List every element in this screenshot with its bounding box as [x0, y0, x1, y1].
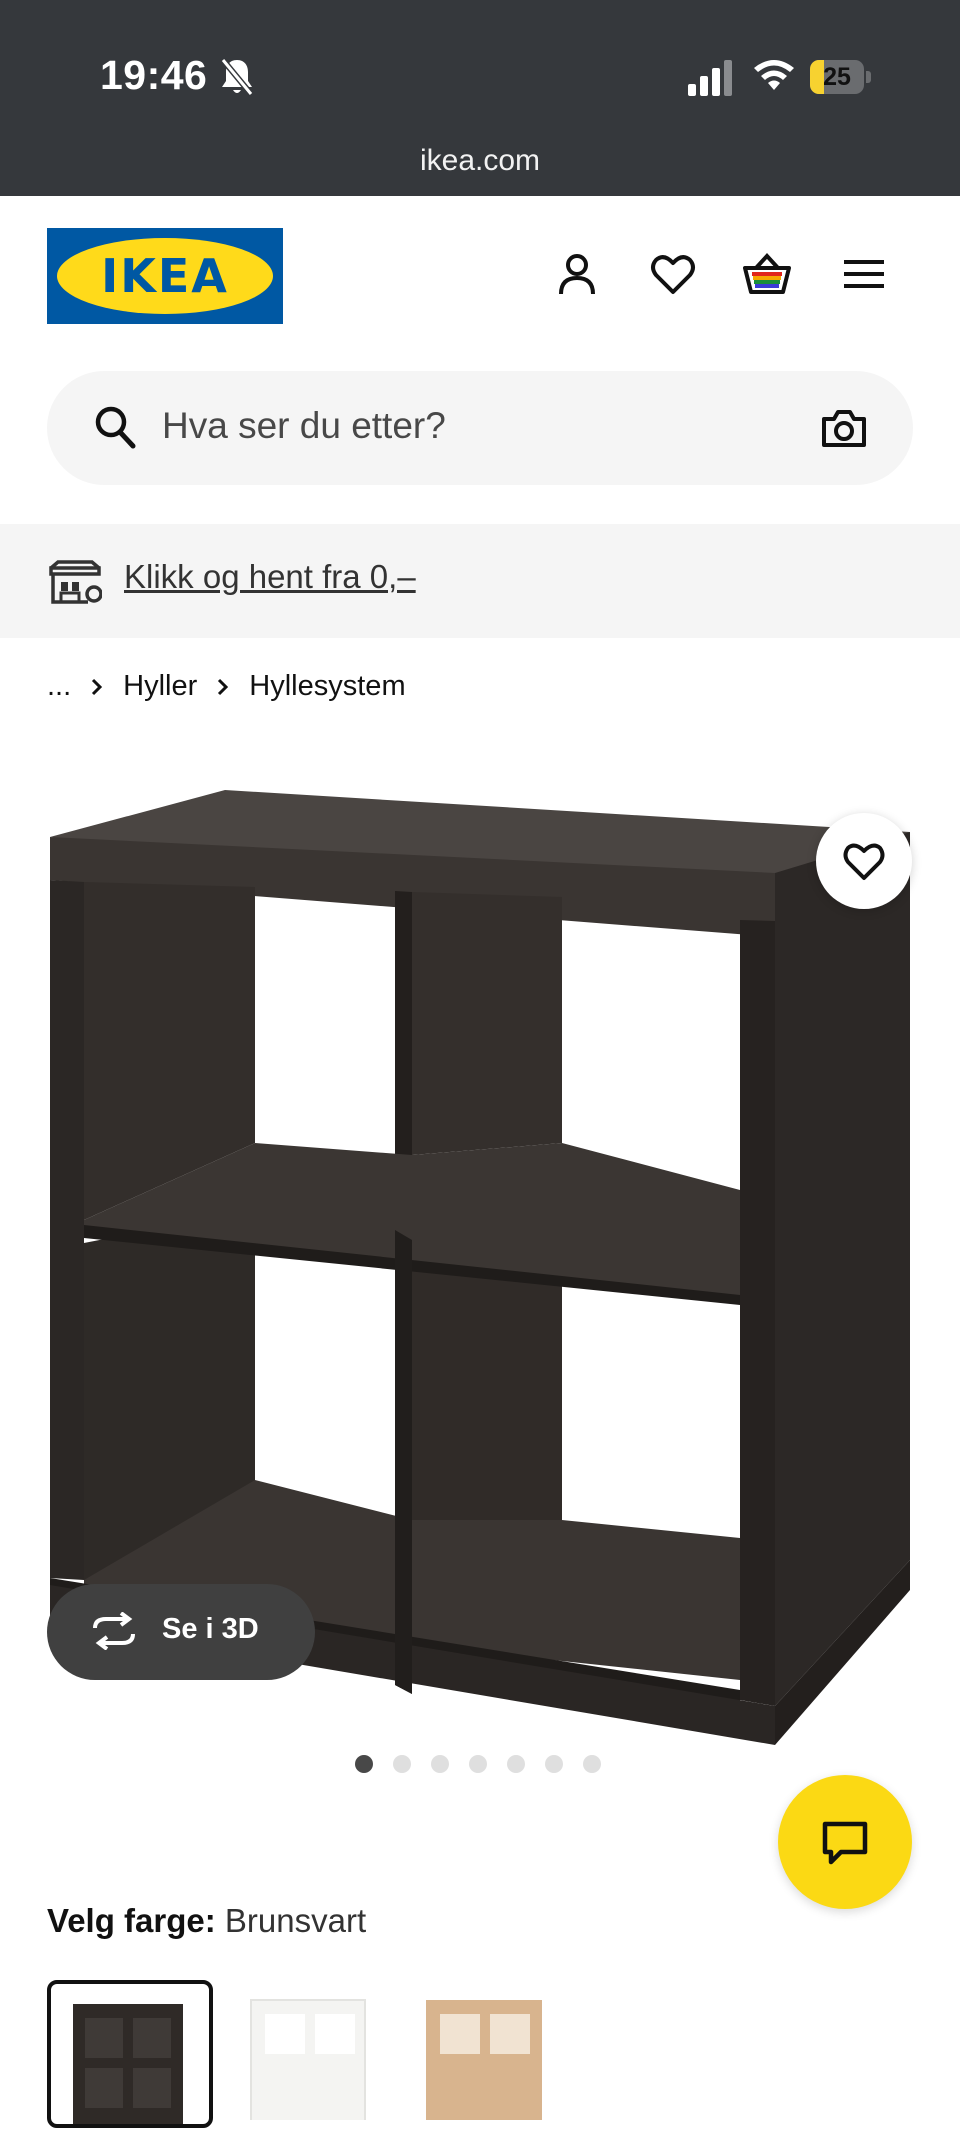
ikea-logo[interactable]: IKEA: [47, 228, 283, 324]
swatch-thumbnail: [250, 1999, 366, 2129]
shopping-basket-icon[interactable]: [743, 250, 791, 298]
carousel-dot[interactable]: [469, 1755, 487, 1773]
camera-search-icon[interactable]: [821, 407, 867, 449]
breadcrumb: ... Hyller Hyllesystem: [47, 670, 406, 703]
click-and-collect-link[interactable]: Klikk og hent fra 0,–: [124, 558, 416, 596]
wifi-icon: [754, 60, 794, 90]
add-to-wishlist-button[interactable]: [816, 813, 912, 909]
selected-color-value: Brunsvart: [224, 1902, 367, 1939]
search-input[interactable]: Hva ser du etter?: [162, 405, 446, 447]
color-selector-label: Velg farge: Brunsvart: [47, 1902, 366, 1940]
swatch-thumbnail: [73, 2004, 183, 2129]
status-time: 19:46: [100, 52, 208, 98]
logo-text: IKEA: [101, 249, 229, 303]
hamburger-menu-icon[interactable]: [840, 250, 888, 298]
breadcrumb-hyllesystem[interactable]: Hyllesystem: [249, 670, 405, 703]
carousel-dot[interactable]: [393, 1755, 411, 1773]
wishlist-heart-icon[interactable]: [649, 250, 697, 298]
battery-body: 25: [810, 60, 864, 94]
chevron-right-icon: [218, 678, 229, 695]
battery-level: 25: [823, 63, 851, 91]
breadcrumb-hyller[interactable]: Hyller: [123, 670, 197, 703]
status-bar: 19:46 25 ikea.com: [0, 0, 960, 196]
search-icon: [95, 406, 136, 449]
color-label: Velg farge:: [47, 1902, 216, 1939]
store-pickup-icon: [49, 560, 102, 604]
battery-indicator: 25: [810, 60, 871, 94]
address-bar-url[interactable]: ikea.com: [0, 144, 960, 178]
breadcrumb-ellipsis[interactable]: ...: [47, 670, 71, 703]
carousel-dot[interactable]: [545, 1755, 563, 1773]
rotate-3d-icon: [93, 1612, 135, 1650]
carousel-dot[interactable]: [583, 1755, 601, 1773]
color-swatch-oak-effect[interactable]: [420, 1980, 584, 2129]
chat-bubble-icon: [822, 1821, 868, 1865]
carousel-dot[interactable]: [507, 1755, 525, 1773]
carousel-dot[interactable]: [431, 1755, 449, 1773]
heart-icon: [843, 843, 885, 880]
color-swatch-white[interactable]: [245, 1980, 409, 2129]
chevron-right-icon: [92, 678, 103, 695]
silent-bell-icon: [220, 58, 254, 96]
account-icon[interactable]: [553, 250, 601, 298]
cellular-signal-icon: [688, 60, 732, 96]
chat-button[interactable]: [778, 1775, 912, 1909]
battery-cap: [866, 71, 871, 83]
swatch-thumbnail: [426, 2000, 542, 2129]
carousel-dot[interactable]: [355, 1755, 373, 1773]
image-carousel-dots: [355, 1755, 601, 1773]
search-bar[interactable]: Hva ser du etter?: [47, 371, 913, 485]
color-swatch-black-brown[interactable]: [47, 1980, 213, 2129]
view-in-3d-label: Se i 3D: [162, 1613, 259, 1645]
view-in-3d-button[interactable]: Se i 3D: [47, 1584, 315, 1680]
promo-banner: Klikk og hent fra 0,–: [0, 524, 960, 638]
